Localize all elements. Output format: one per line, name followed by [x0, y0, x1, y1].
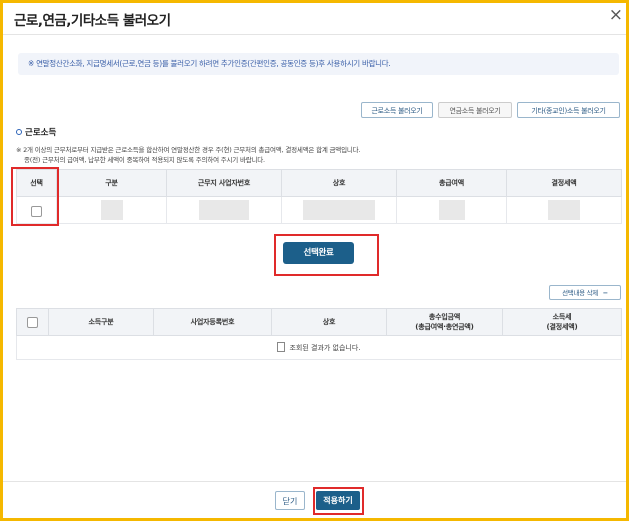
- masked-cell: [396, 196, 507, 224]
- close-button[interactable]: 닫기: [275, 491, 305, 510]
- col-company-name: 상호: [281, 169, 397, 197]
- tab-labor-income[interactable]: 근로소득 불러오기: [361, 102, 433, 118]
- col-determined-tax: 결정세액: [506, 169, 622, 197]
- section-title: 근로소득: [16, 126, 56, 138]
- col-income-tax: 소득세 (결정세액): [502, 308, 622, 336]
- col-select-all: [16, 308, 49, 336]
- document-icon: [277, 341, 286, 352]
- col-business-number: 근무지 사업자번호: [166, 169, 282, 197]
- dialog-title: 근로,연금,기타소득 불러오기: [14, 13, 171, 29]
- minus-icon: −: [602, 289, 608, 297]
- col-total-income: 총수입금액 (총급여액·총연금액): [386, 308, 503, 336]
- tab-pension-income[interactable]: 연금소득 불러오기: [438, 102, 512, 118]
- highlight-select-column: [11, 167, 59, 226]
- col-business-reg-number: 사업자등록번호: [153, 308, 272, 336]
- highlight-select-complete: [274, 234, 379, 276]
- masked-cell: [166, 196, 282, 224]
- delete-selected-button[interactable]: 선택내용 삭제 −: [549, 285, 621, 300]
- bullet-icon: [16, 128, 22, 135]
- masked-cell: [506, 196, 622, 224]
- highlight-apply: [313, 487, 364, 515]
- section-note-1: ※ 2개 이상의 근무처로부터 지급받은 근로소득을 합산하여 연말정산한 경우…: [16, 146, 361, 154]
- col-income-category: 소득구분: [48, 308, 154, 336]
- selected-income-table: 소득구분 사업자등록번호 상호 총수입금액 (총급여액·총연금액) 소득세 (결정세…: [16, 308, 622, 360]
- masked-value: [100, 200, 123, 221]
- col-total-salary: 총급여액: [396, 169, 507, 197]
- masked-value: [199, 200, 249, 221]
- col-company-name: 상호: [271, 308, 387, 336]
- masked-cell: [56, 196, 167, 224]
- close-icon[interactable]: ×: [609, 5, 623, 25]
- section-note-2: 종(전) 근무처의 급여액, 납부한 세액이 중복하여 적용되지 않도록 주의하…: [24, 156, 265, 164]
- masked-cell: [281, 196, 397, 224]
- tab-other-income[interactable]: 기타(종교인)소득 불러오기: [517, 102, 620, 118]
- select-all-checkbox[interactable]: [27, 316, 38, 328]
- table-row[interactable]: [16, 196, 622, 224]
- masked-value: [548, 200, 580, 221]
- masked-value: [303, 200, 375, 221]
- title-divider: [3, 34, 626, 35]
- notice-box: ※ 연말정산간소화, 지급명세서(근로,연금 등)를 불러오기 하려면 추가인증…: [18, 53, 619, 75]
- masked-value: [438, 200, 465, 221]
- empty-message: 조회된 결과가 없습니다.: [16, 335, 622, 360]
- income-table: 선택 구분 근무지 사업자번호 상호 총급여액 결정세액: [16, 169, 622, 224]
- col-type: 구분: [56, 169, 167, 197]
- notice-text: ※ 연말정산간소화, 지급명세서(근로,연금 등)를 불러오기 하려면 추가인증…: [28, 59, 391, 68]
- footer-divider: [3, 481, 626, 482]
